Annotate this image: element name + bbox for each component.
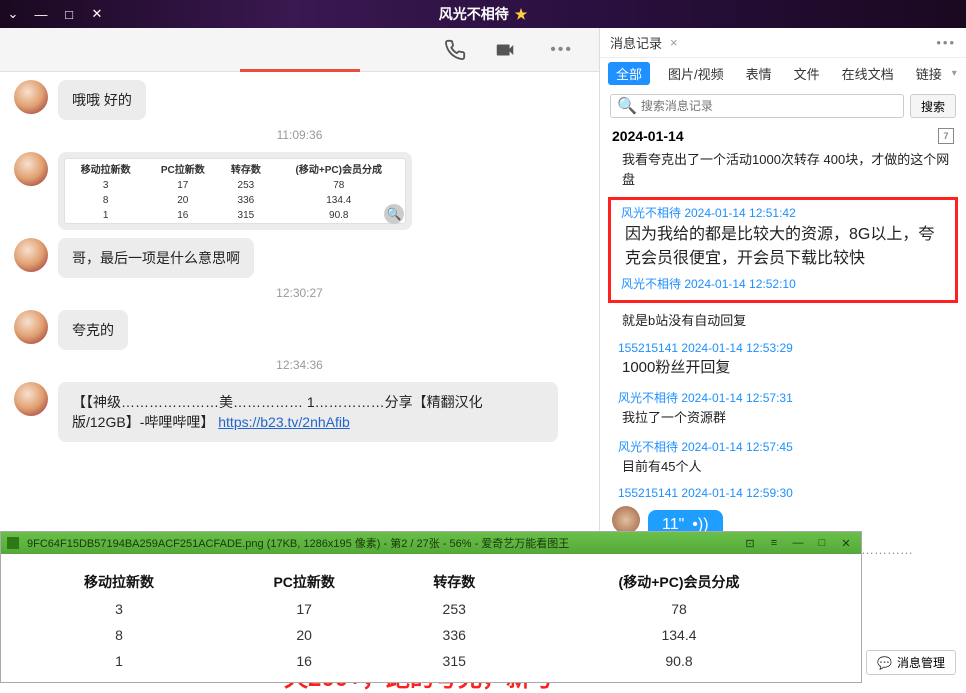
history-text: 1000粉丝开回复 xyxy=(622,357,952,380)
tab-link[interactable]: 链接 xyxy=(912,62,946,85)
history-header: 消息记录 × ••• xyxy=(600,28,966,58)
maximize-button[interactable]: □ xyxy=(813,536,831,550)
shared-link[interactable]: https://b23.tv/2nhAfib xyxy=(218,414,350,430)
zoom-icon[interactable]: 🔍 xyxy=(384,204,404,224)
search-box[interactable]: 🔍 xyxy=(610,94,904,118)
viewer-title: 9FC64F15DB57194BA259ACF251ACFADE.png (17… xyxy=(27,535,733,551)
date-header: 2024-01-14 7 xyxy=(600,124,966,148)
close-history-icon[interactable]: × xyxy=(670,35,678,50)
msg-mgmt-label: 消息管理 xyxy=(897,654,945,671)
app-icon xyxy=(7,537,19,549)
star-icon: ★ xyxy=(515,6,528,23)
avatar[interactable] xyxy=(14,80,48,114)
history-text: 就是b站没有自动回复 xyxy=(622,311,952,331)
avatar[interactable] xyxy=(612,506,640,534)
history-meta: 风光不相待 2024-01-14 12:51:42 xyxy=(621,204,947,221)
more-icon[interactable]: ••• xyxy=(544,41,579,59)
more-icon[interactable]: ••• xyxy=(936,35,956,50)
history-meta: 155215141 2024-01-14 12:53:29 xyxy=(618,341,952,355)
avatar[interactable] xyxy=(14,152,48,186)
avatar[interactable] xyxy=(14,382,48,416)
message-bubble: 哥，最后一项是什么意思啊 xyxy=(58,238,254,278)
history-meta: 155215141 2024-01-14 12:59:30 xyxy=(618,486,952,500)
close-button[interactable]: ✕ xyxy=(837,536,855,550)
message-bubble: 【【神级…………………美…………… 1……………分享【精翻汉化版/12GB】-哔… xyxy=(58,382,558,442)
avatar[interactable] xyxy=(14,310,48,344)
minimize-button[interactable]: — xyxy=(789,536,807,550)
history-title: 消息记录 xyxy=(610,33,662,52)
history-meta: 风光不相待 2024-01-14 12:57:45 xyxy=(618,438,952,455)
message-bubble: 夸克的 xyxy=(58,310,128,350)
tab-image-video[interactable]: 图片/视频 xyxy=(664,62,728,85)
history-meta: 风光不相待 2024-01-14 12:57:31 xyxy=(618,389,952,406)
tab-file[interactable]: 文件 xyxy=(790,62,824,85)
stats-table: 移动拉新数 PC拉新数 转存数 (移动+PC)会员分成 31725378 820… xyxy=(21,568,841,674)
close-button[interactable]: ✕ xyxy=(84,3,110,25)
history-text: 因为我给的都是比较大的资源，8G以上，夸克会员很便宜，开会员下载比较快 xyxy=(625,223,947,271)
image-viewer-window: 9FC64F15DB57194BA259ACF251ACFADE.png (17… xyxy=(0,531,862,683)
message-bubble: 哦哦 好的 xyxy=(58,80,146,120)
calendar-icon[interactable]: 7 xyxy=(938,128,954,144)
avatar[interactable] xyxy=(14,238,48,272)
history-text: 我看夸克出了一个活动1000次转存 400块，才做的这个网盘 xyxy=(622,150,952,189)
history-text: 我拉了一个资源群 xyxy=(622,408,952,428)
chat-icon: 💬 xyxy=(877,656,892,670)
viewer-titlebar[interactable]: 9FC64F15DB57194BA259ACF251ACFADE.png (17… xyxy=(1,532,861,554)
date-text: 2024-01-14 xyxy=(612,128,684,144)
search-button[interactable]: 搜索 xyxy=(910,94,956,118)
tab-all[interactable]: 全部 xyxy=(608,62,650,85)
search-icon: 🔍 xyxy=(617,96,637,116)
settings-icon[interactable]: ≡ xyxy=(765,536,783,550)
call-toolbar: ••• xyxy=(0,28,599,72)
history-text: 目前有45个人 xyxy=(622,457,952,477)
stats-table-small: 移动拉新数 PC拉新数 转存数 (移动+PC)会员分成 31725378 820… xyxy=(65,159,405,223)
timestamp: 12:34:36 xyxy=(14,358,585,372)
tab-doc[interactable]: 在线文档 xyxy=(838,62,898,85)
highlighted-message: 风光不相待 2024-01-14 12:51:42 因为我给的都是比较大的资源，… xyxy=(608,197,958,303)
voice-call-icon[interactable] xyxy=(444,39,466,61)
message-manage-button[interactable]: 💬 消息管理 xyxy=(866,650,956,675)
history-meta: 风光不相待 2024-01-14 12:52:10 xyxy=(621,275,947,292)
search-input[interactable] xyxy=(641,99,897,113)
title-text: 风光不相待 xyxy=(439,4,509,24)
maximize-button[interactable]: □ xyxy=(56,3,82,25)
window-titlebar: 风光不相待 ★ ⌄ — □ ✕ xyxy=(0,0,966,28)
image-message[interactable]: 移动拉新数 PC拉新数 转存数 (移动+PC)会员分成 31725378 820… xyxy=(58,152,412,230)
window-title: 风光不相待 ★ xyxy=(439,4,528,24)
dropdown-button[interactable]: ⌄ xyxy=(0,3,26,25)
viewer-body: 移动拉新数 PC拉新数 转存数 (移动+PC)会员分成 31725378 820… xyxy=(1,554,861,682)
timestamp: 11:09:36 xyxy=(14,128,585,142)
chevron-down-icon[interactable]: ▾ xyxy=(952,68,957,79)
video-call-icon[interactable] xyxy=(494,39,516,61)
filter-tabs: 全部 图片/视频 表情 文件 在线文档 链接 ▾ xyxy=(600,58,966,88)
pin-icon[interactable]: ⊡ xyxy=(741,536,759,550)
timestamp: 12:30:27 xyxy=(14,286,585,300)
minimize-button[interactable]: — xyxy=(28,3,54,25)
tab-sticker[interactable]: 表情 xyxy=(742,62,776,85)
